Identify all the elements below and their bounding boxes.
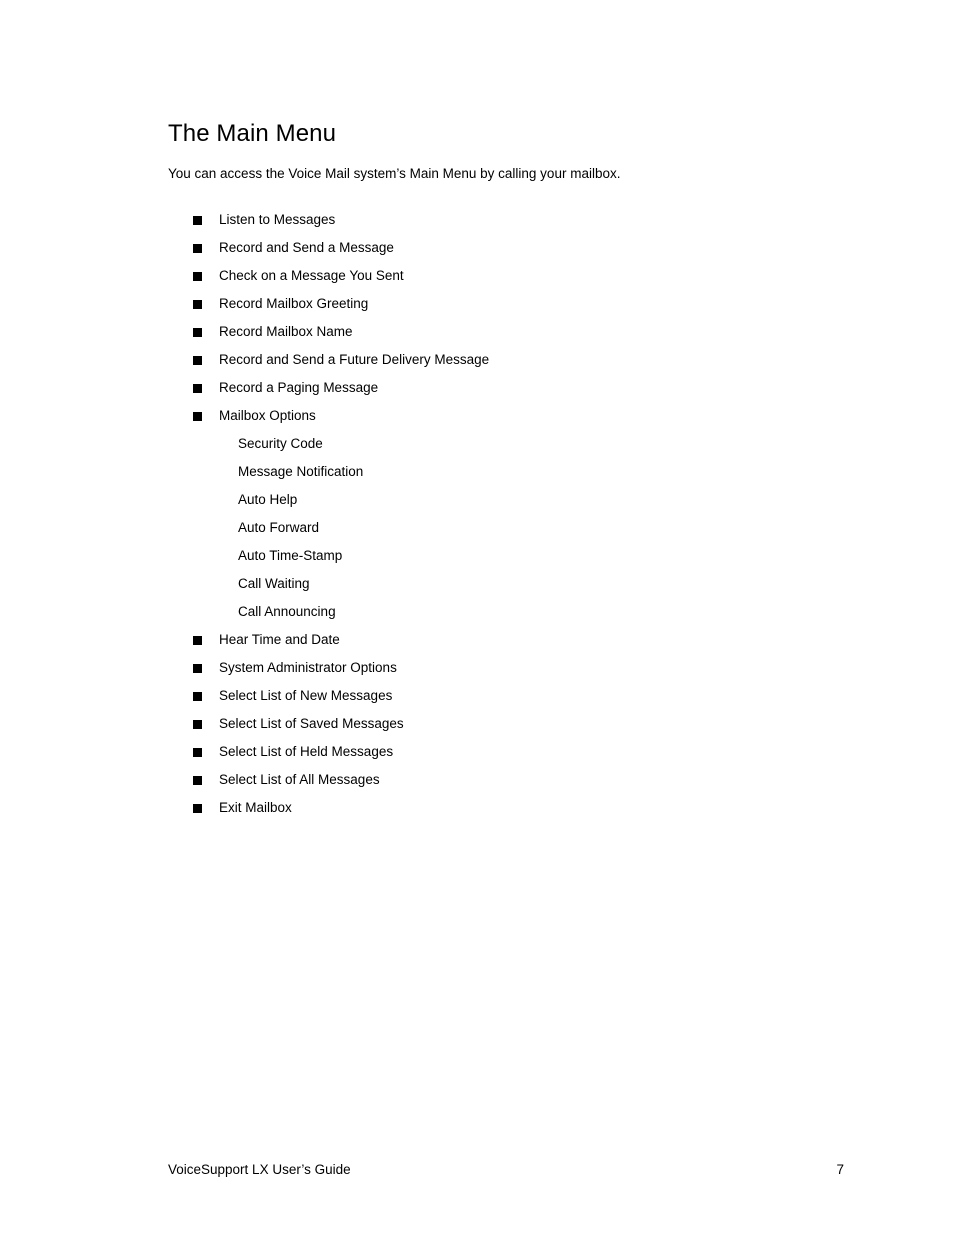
menu-item-label: Security Code	[238, 436, 323, 451]
filled-square-bullet-icon	[193, 300, 202, 309]
filled-square-bullet-icon	[193, 636, 202, 645]
filled-square-bullet-icon	[193, 412, 202, 421]
menu-item-label: Record Mailbox Name	[219, 324, 353, 339]
menu-item-label: Record and Send a Future Delivery Messag…	[219, 352, 490, 367]
filled-square-bullet-icon	[193, 776, 202, 785]
menu-item-label: Record a Paging Message	[219, 380, 379, 395]
menu-item-label: Auto Time-Stamp	[238, 548, 343, 563]
menu-item-label: System Administrator Options	[219, 660, 397, 675]
menu-list-item: Record a Paging Message	[168, 374, 788, 402]
menu-item-label: Select List of All Messages	[219, 772, 380, 787]
page-footer: VoiceSupport LX User’s Guide 7	[168, 1160, 844, 1180]
menu-item-label: Message Notification	[238, 464, 364, 479]
footer-document-title: VoiceSupport LX User’s Guide	[168, 1162, 351, 1177]
menu-list-item: Auto Forward	[168, 514, 788, 542]
menu-list-item: Security Code	[168, 430, 788, 458]
menu-item-label: Call Waiting	[238, 576, 310, 591]
filled-square-bullet-icon	[193, 272, 202, 281]
menu-item-label: Mailbox Options	[219, 408, 316, 423]
menu-list-item: Hear Time and Date	[168, 626, 788, 654]
menu-list-item: System Administrator Options	[168, 654, 788, 682]
main-menu-list: Listen to Messages Record and Send a Mess…	[168, 206, 788, 822]
menu-list-item: Call Announcing	[168, 598, 788, 626]
filled-square-bullet-icon	[193, 804, 202, 813]
menu-item-label: Select List of New Messages	[219, 688, 393, 703]
filled-square-bullet-icon	[193, 356, 202, 365]
menu-item-label: Exit Mailbox	[219, 800, 292, 815]
page-title: The Main Menu	[168, 120, 337, 148]
menu-item-label: Hear Time and Date	[219, 632, 340, 647]
menu-list-item: Auto Time-Stamp	[168, 542, 788, 570]
menu-list-item: Check on a Message You Sent	[168, 262, 788, 290]
menu-item-label: Check on a Message You Sent	[219, 268, 404, 283]
filled-square-bullet-icon	[193, 216, 202, 225]
filled-square-bullet-icon	[193, 748, 202, 757]
filled-square-bullet-icon	[193, 328, 202, 337]
menu-list-item: Listen to Messages	[168, 206, 788, 234]
intro-paragraph: You can access the Voice Mail system’s M…	[168, 165, 621, 181]
menu-item-label: Auto Help	[238, 492, 298, 507]
filled-square-bullet-icon	[193, 692, 202, 701]
filled-square-bullet-icon	[193, 664, 202, 673]
filled-square-bullet-icon	[193, 720, 202, 729]
menu-list-item: Select List of Held Messages	[168, 738, 788, 766]
menu-item-label: Record Mailbox Greeting	[219, 296, 369, 311]
menu-list-item: Message Notification	[168, 458, 788, 486]
menu-list-item: Mailbox Options	[168, 402, 788, 430]
menu-list-item: Record Mailbox Greeting	[168, 290, 788, 318]
menu-item-label: Listen to Messages	[219, 212, 336, 227]
menu-item-label: Call Announcing	[238, 604, 336, 619]
menu-item-label: Auto Forward	[238, 520, 320, 535]
filled-square-bullet-icon	[193, 384, 202, 393]
menu-list-item: Exit Mailbox	[168, 794, 788, 822]
footer-page-number: 7	[836, 1162, 844, 1177]
menu-list-item: Select List of All Messages	[168, 766, 788, 794]
menu-list-item: Call Waiting	[168, 570, 788, 598]
menu-list-item: Record Mailbox Name	[168, 318, 788, 346]
menu-item-label: Record and Send a Message	[219, 240, 394, 255]
menu-list-item: Select List of New Messages	[168, 682, 788, 710]
filled-square-bullet-icon	[193, 244, 202, 253]
document-page: The Main Menu You can access the Voice M…	[0, 0, 954, 1235]
menu-list-item: Select List of Saved Messages	[168, 710, 788, 738]
menu-item-label: Select List of Saved Messages	[219, 716, 404, 731]
menu-list-item: Auto Help	[168, 486, 788, 514]
menu-list-item: Record and Send a Message	[168, 234, 788, 262]
menu-item-label: Select List of Held Messages	[219, 744, 394, 759]
menu-list-item: Record and Send a Future Delivery Messag…	[168, 346, 788, 374]
